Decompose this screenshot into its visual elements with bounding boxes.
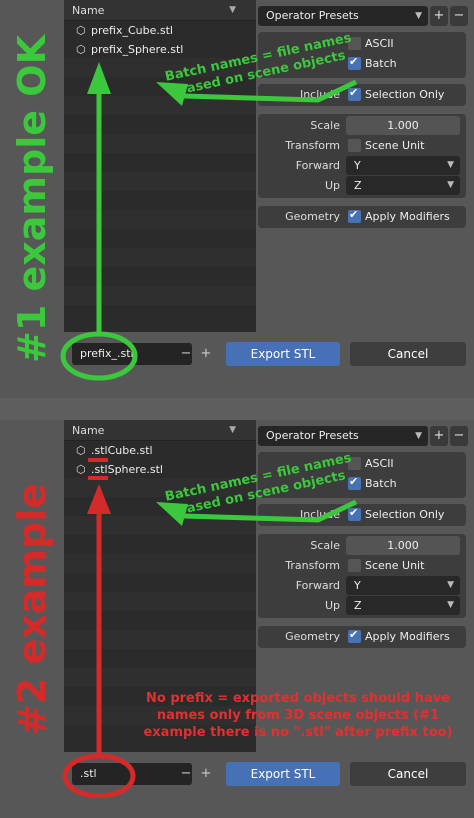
divider <box>0 398 474 420</box>
example-2-panel: #2 example Name ▼ ⬡ .stlCube.stl ⬡ .stlS… <box>0 420 474 818</box>
example-1-panel: #1 example OK Name ▼ ⬡ prefix_Cube.stl ⬡… <box>0 0 474 398</box>
no-prefix-note: No prefix = exported objects should have… <box>143 691 453 740</box>
